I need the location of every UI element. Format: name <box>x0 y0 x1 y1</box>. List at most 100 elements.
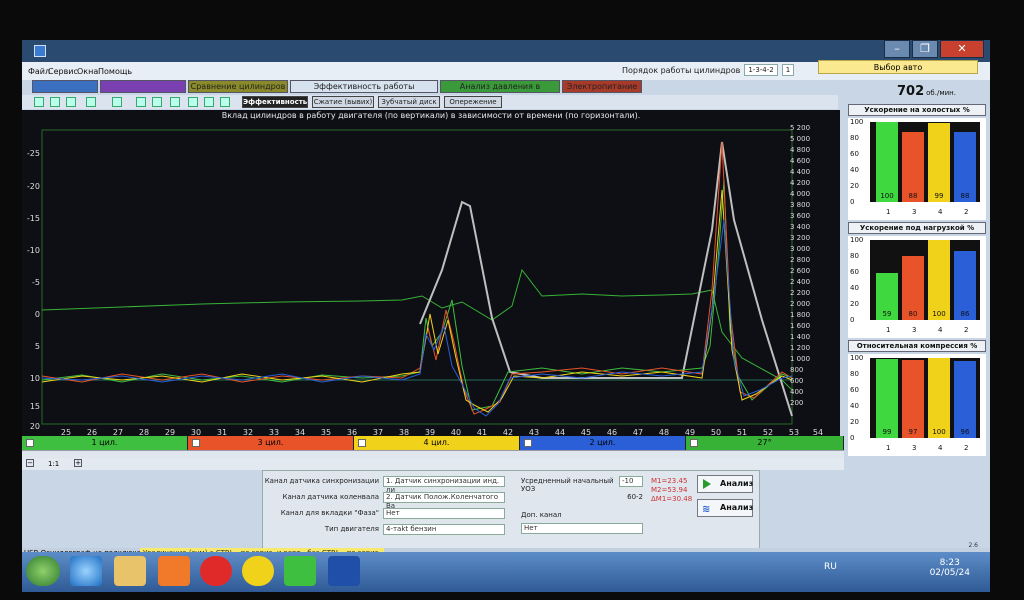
y-tick: -25 <box>26 149 40 158</box>
tool-icon-1[interactable] <box>34 97 44 107</box>
oscillogram-plot[interactable]: Вклад цилиндров в работу двигателя (по в… <box>22 110 840 454</box>
channel-3[interactable]: 3 цил. <box>188 436 354 450</box>
analyze-button[interactable]: Анализ <box>697 475 753 493</box>
analyze-compression-button[interactable]: ≋ Анализ <box>697 499 753 517</box>
close-button[interactable]: ✕ <box>940 40 984 58</box>
bar-axis-label: 100 <box>850 118 864 126</box>
channel-1[interactable]: 1 цил. <box>22 436 188 450</box>
subtab-compression[interactable]: Сжатие (вывих) <box>312 96 374 108</box>
y-tick: -10 <box>26 246 40 255</box>
bar-cyl-label: 3 <box>912 326 917 334</box>
bar-cyl-label: 4 <box>938 208 943 216</box>
crank-channel-label: Канал датчика коленвала <box>282 493 379 501</box>
side-panels: Ускорение на холостых % 100 80 60 40 20 … <box>844 102 990 456</box>
menu-file[interactable]: Файл <box>28 67 50 76</box>
tool-icon-8[interactable] <box>170 97 180 107</box>
zoom-row: − 1:1 + <box>22 458 844 470</box>
tab-power[interactable]: Электропитание <box>562 80 642 93</box>
rpm-tick: 4 000 <box>790 190 811 198</box>
explorer-icon[interactable] <box>114 556 146 586</box>
rpm-tick: 2 200 <box>790 289 811 297</box>
tab-cylinder-compare[interactable]: Сравнение цилиндров <box>188 80 288 93</box>
home-icon[interactable] <box>188 97 198 107</box>
menu-service[interactable]: Сервис <box>48 67 78 76</box>
channel-angle[interactable]: 27° <box>686 436 844 450</box>
ie-icon[interactable] <box>70 556 102 586</box>
marker-delta: ΔM1=30.48 <box>651 495 693 503</box>
engine-type-label: Тип двигателя <box>324 525 379 533</box>
app-window: – ❐ ✕ Файл Сервис Окна Помощь Порядок ра… <box>22 40 990 592</box>
tab-0[interactable] <box>32 80 98 93</box>
bar-axis-label: 60 <box>850 268 859 276</box>
extra-channel-select[interactable]: Нет <box>521 523 643 534</box>
channel-2[interactable]: 2 цил. <box>520 436 686 450</box>
channel-4-checkbox[interactable] <box>358 439 366 447</box>
yandex-browser-icon[interactable] <box>242 556 274 586</box>
subtab-gear-disc[interactable]: Зубчатый диск <box>378 96 440 108</box>
tool-icon-4[interactable] <box>86 97 96 107</box>
tab-1[interactable] <box>100 80 186 93</box>
y-tick: 5 <box>34 342 40 351</box>
channel-4-label: 4 цил. <box>423 438 450 447</box>
engine-type-select[interactable]: 4-тakt бензин <box>383 524 505 535</box>
clock[interactable]: 8:23 02/05/24 <box>930 558 970 578</box>
toolbar: Эффективность Сжатие (вывих) Зубчатый ди… <box>22 95 838 109</box>
subtab-advance[interactable]: Опережение <box>444 96 502 108</box>
cylinder-count-stepper[interactable]: 1 <box>781 64 795 76</box>
menu-windows[interactable]: Окна <box>77 67 98 76</box>
tool-icon-5[interactable] <box>112 97 122 107</box>
subtab-efficiency[interactable]: Эффективность <box>242 96 308 108</box>
channel-1-checkbox[interactable] <box>26 439 34 447</box>
torrent-icon[interactable] <box>284 556 316 586</box>
crank-channel-select[interactable]: 2. Датчик Полож.Коленчатого Ва <box>383 492 505 510</box>
wave-icon: ≋ <box>702 504 711 515</box>
bar-value: 86 <box>960 310 970 318</box>
tab-pressure-analysis[interactable]: Анализ давления в цилиндре <box>440 80 560 103</box>
bar-axis-label: 20 <box>850 418 859 426</box>
bar-axis-label: 40 <box>850 284 859 292</box>
start-button[interactable] <box>26 556 60 586</box>
auto-select-button[interactable]: Выбор авто <box>818 60 978 74</box>
channel-2-checkbox[interactable] <box>524 439 532 447</box>
language-indicator[interactable]: RU <box>824 562 837 572</box>
rpm-tick: 3 600 <box>790 212 811 220</box>
rpm-tick: 200 <box>790 399 804 407</box>
yandex-icon[interactable] <box>200 556 232 586</box>
rpm-tick: 1 200 <box>790 344 811 352</box>
maximize-button[interactable]: ❐ <box>912 40 938 58</box>
sync-channel-select[interactable]: 1. Датчик синхронизации инд. ли <box>383 476 505 494</box>
tool-icon-3[interactable] <box>66 97 76 107</box>
zoom-out-icon[interactable]: − <box>26 459 34 467</box>
tool-icon-2[interactable] <box>50 97 60 107</box>
bar-axis-label: 20 <box>850 300 859 308</box>
phase-channel-select[interactable]: Нет <box>383 508 505 519</box>
uoz-stepper[interactable]: -10 <box>619 476 643 487</box>
tab-cylinder-efficiency[interactable]: Эффективность работы цилиндров <box>290 80 438 103</box>
oscilloscope-app-icon[interactable] <box>328 556 360 586</box>
menu-help[interactable]: Помощь <box>98 67 132 76</box>
minimize-button[interactable]: – <box>884 40 910 58</box>
bar-value: 100 <box>880 192 894 200</box>
channel-bar: 1 цил. 3 цил. 4 цил. 2 цил. 27° <box>22 436 844 450</box>
rpm-tick: 2 400 <box>790 278 811 286</box>
channel-3-checkbox[interactable] <box>192 439 200 447</box>
cylinder-order-select[interactable]: 1-3-4-2 <box>744 64 778 76</box>
channel-angle-checkbox[interactable] <box>690 439 698 447</box>
filter-icon[interactable] <box>220 97 230 107</box>
zoom-in-icon[interactable]: + <box>74 459 82 467</box>
main-tabs: Сравнение цилиндров Эффективность работы… <box>22 80 990 103</box>
bar-axis-label: 60 <box>850 386 859 394</box>
sync-channel-label: Канал датчика синхронизации <box>264 477 379 485</box>
y-tick: 20 <box>29 422 40 431</box>
chart-icon[interactable] <box>204 97 214 107</box>
bar-axis-label: 0 <box>850 198 855 206</box>
plot-svg <box>41 129 793 425</box>
horizontal-scrollbar[interactable] <box>22 450 844 458</box>
media-player-icon[interactable] <box>158 556 190 586</box>
channel-4[interactable]: 4 цил. <box>354 436 520 450</box>
marker-m1: M1=23.45 <box>651 477 688 485</box>
bar-cyl-4 <box>928 123 950 202</box>
tool-icon-6[interactable] <box>136 97 146 107</box>
channel-3-label: 3 цил. <box>257 438 284 447</box>
tool-icon-7[interactable] <box>152 97 162 107</box>
